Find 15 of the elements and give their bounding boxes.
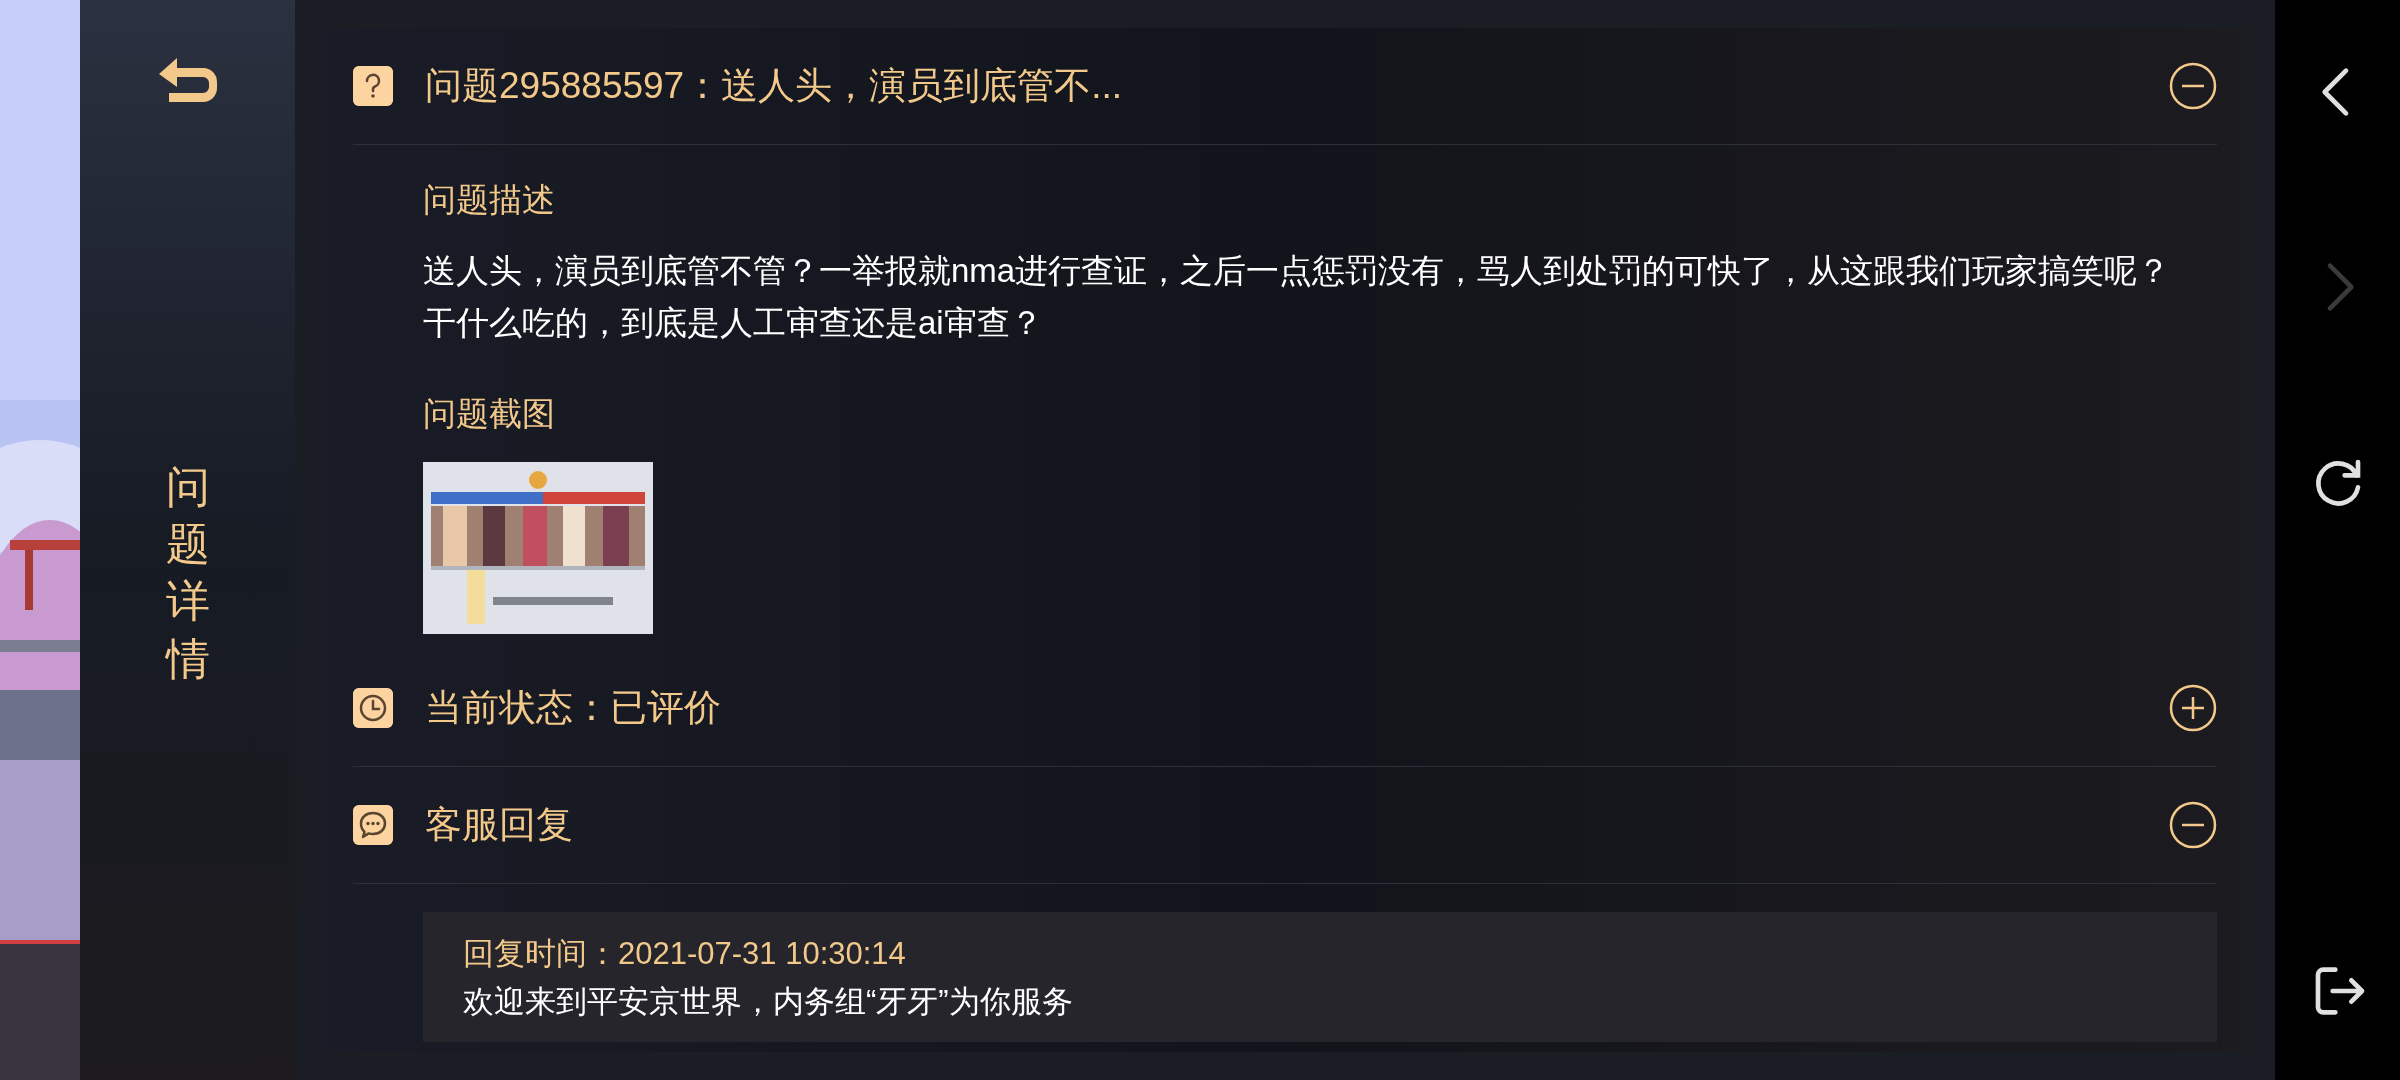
collapse-button[interactable] <box>2169 62 2217 110</box>
screenshot-label: 问题截图 <box>423 393 556 434</box>
section-title: 问题295885597：送人头，演员到底管不... <box>425 64 1124 109</box>
expand-button[interactable] <box>2169 684 2217 732</box>
reply-text: 欢迎来到平安京世界，内务组“牙牙”为你服务 <box>463 983 1074 1021</box>
description-label: 问题描述 <box>423 180 556 220</box>
clock-icon <box>353 688 393 728</box>
description-text: 送人头，演员到底管不管？一举报就nma进行查证，之后一点惩罚没有，骂人到处罚的可快了，从这跟我们玩家搞笑呢？干什么吃的，到底是人工审查还是ai审查？ <box>423 250 2172 343</box>
reply-time: 回复时间：2021-07-31 10:30:14 <box>463 935 907 973</box>
chat-bubble-icon <box>353 805 393 845</box>
section-title: 客服回复 <box>425 803 574 848</box>
sidebar-title: 问题详情 <box>165 461 210 685</box>
question-icon <box>353 66 393 106</box>
collapse-button[interactable] <box>2169 801 2217 849</box>
section-title: 当前状态：已评价 <box>425 686 722 731</box>
